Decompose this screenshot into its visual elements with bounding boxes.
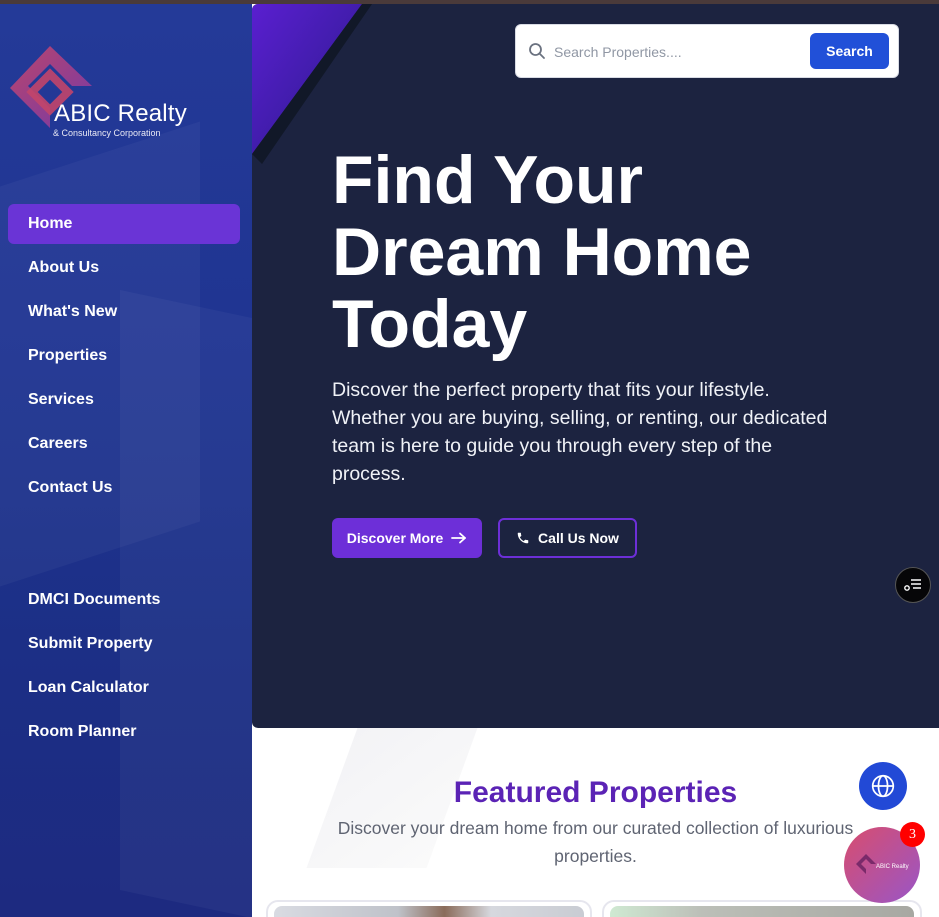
phone-icon bbox=[517, 532, 529, 544]
nav-item-contact[interactable]: Contact Us bbox=[8, 468, 240, 508]
language-button[interactable] bbox=[859, 762, 907, 810]
primary-nav: Home About Us What's New Properties Serv… bbox=[8, 204, 240, 512]
chat-notification-badge: 3 bbox=[900, 822, 925, 847]
call-us-now-label: Call Us Now bbox=[538, 530, 619, 546]
nav-item-room-planner[interactable]: Room Planner bbox=[8, 712, 240, 752]
chat-logo-text: ABIC Realty bbox=[876, 864, 909, 870]
call-us-now-button[interactable]: Call Us Now bbox=[498, 518, 637, 558]
search-bar: Search bbox=[515, 24, 899, 78]
chat-logo-icon: ABIC Realty bbox=[856, 854, 909, 874]
hero-description: Discover the perfect property that fits … bbox=[332, 379, 828, 485]
brand-name: ABIC Realty bbox=[54, 100, 187, 127]
discover-more-label: Discover More bbox=[346, 530, 444, 546]
hero-title: Find Your Dream Home Today bbox=[332, 142, 752, 362]
featured-title: Featured Properties bbox=[453, 776, 738, 809]
nav-item-dmci-documents[interactable]: DMCI Documents bbox=[8, 580, 240, 620]
featured-properties-section: Featured Properties Discover your dream … bbox=[252, 728, 939, 917]
brand-logo[interactable]: ABIC Realty & Consultancy Corporation bbox=[10, 44, 210, 144]
search-icon bbox=[529, 43, 545, 59]
nav-item-loan-calculator[interactable]: Loan Calculator bbox=[8, 668, 240, 708]
secondary-nav: DMCI Documents Submit Property Loan Calc… bbox=[8, 580, 240, 756]
accessibility-menu-button[interactable] bbox=[895, 567, 931, 603]
nav-item-about[interactable]: About Us bbox=[8, 248, 240, 288]
property-card[interactable] bbox=[602, 900, 922, 917]
nav-item-submit-property[interactable]: Submit Property bbox=[8, 624, 240, 664]
globe-icon bbox=[871, 774, 895, 798]
brand-tagline: & Consultancy Corporation bbox=[53, 128, 161, 138]
sidebar: ABIC Realty & Consultancy Corporation Ho… bbox=[0, 4, 252, 917]
search-input[interactable] bbox=[554, 37, 802, 67]
hero-section: Search Find Your Dream Home Today Discov… bbox=[252, 4, 939, 728]
property-card[interactable] bbox=[266, 900, 592, 917]
nav-item-careers[interactable]: Careers bbox=[8, 424, 240, 464]
discover-more-button[interactable]: Discover More bbox=[332, 518, 482, 558]
featured-subtitle: Discover your dream home from our curate… bbox=[337, 818, 854, 866]
property-image bbox=[610, 906, 914, 917]
arrow-right-icon bbox=[451, 532, 467, 544]
nav-item-properties[interactable]: Properties bbox=[8, 336, 240, 376]
filter-list-icon bbox=[904, 579, 921, 591]
search-button[interactable]: Search bbox=[810, 33, 889, 69]
property-image bbox=[274, 906, 584, 917]
nav-item-whats-new[interactable]: What's New bbox=[8, 292, 240, 332]
top-strip bbox=[0, 0, 939, 4]
nav-item-services[interactable]: Services bbox=[8, 380, 240, 420]
nav-item-home[interactable]: Home bbox=[8, 204, 240, 244]
